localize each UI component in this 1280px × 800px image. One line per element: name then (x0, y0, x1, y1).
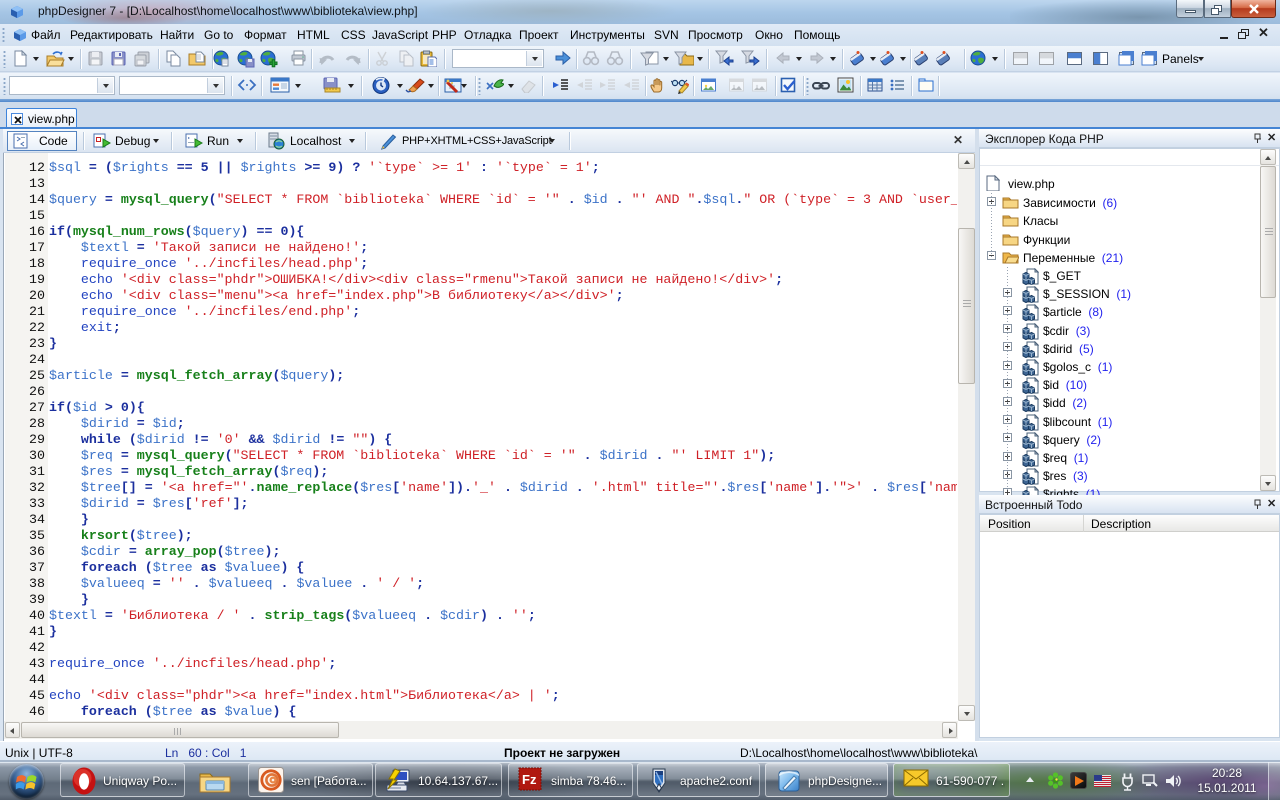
svg-text:Fz: Fz (522, 772, 537, 787)
